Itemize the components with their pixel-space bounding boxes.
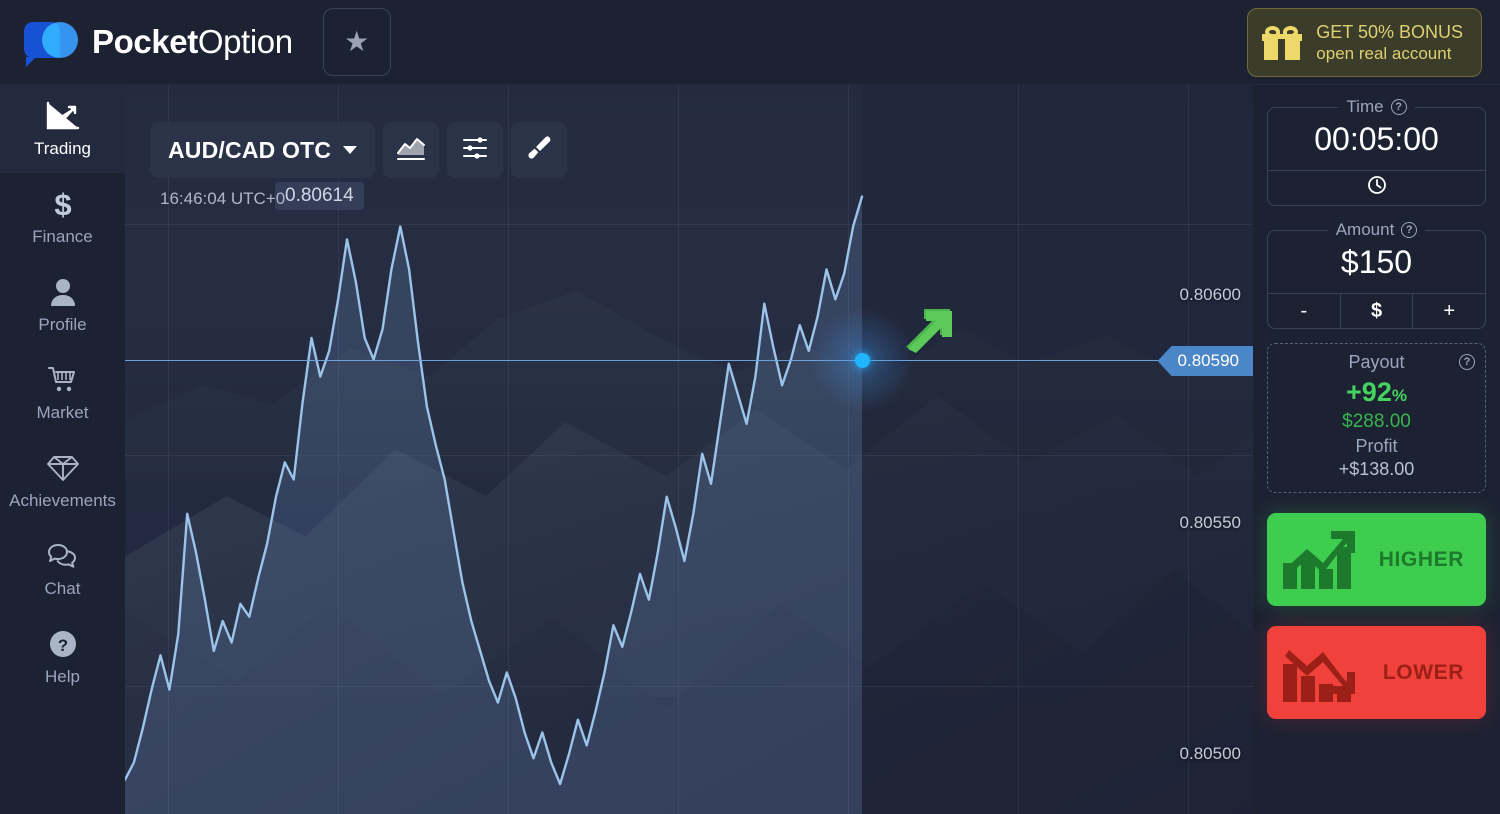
brand-logo[interactable]: PocketOption [24,20,293,67]
current-price-tag: 0.80590 [1157,346,1253,376]
amount-legend-label: Amount [1335,220,1395,239]
sidebar-item-finance[interactable]: $ Finance [0,173,125,261]
indicators-button[interactable] [447,122,504,178]
chart-line-icon [46,99,80,133]
svg-text:?: ? [57,636,67,655]
y-axis-label: 0.80500 [1179,744,1241,763]
sidebar-label-chat: Chat [44,579,81,598]
chart-timestamp: 16:46:04 UTC+0 [160,189,286,208]
chevron-down-icon [343,146,358,154]
brand-name: PocketOption [92,23,293,61]
amount-decrease-button[interactable]: - [1268,294,1340,328]
amount-increase-button[interactable]: + [1412,294,1485,328]
bonus-subtitle: open real account [1316,44,1452,64]
time-group: Time ? 00:05:00 [1267,97,1486,206]
sidebar-item-chat[interactable]: Chat [0,525,125,613]
brand-name-light: Option [197,23,293,60]
profit-label: Profit [1355,436,1398,456]
time-legend: Time ? [1338,97,1414,117]
green-up-arrow-icon [900,303,956,353]
payout-percent: +92% [1278,377,1475,408]
payout-percent-value: +92 [1346,377,1392,407]
time-help-icon[interactable]: ? [1390,99,1407,115]
sidebar-label-help: Help [45,667,80,686]
asset-name: AUD/CAD OTC [168,136,332,163]
sidebar-item-help[interactable]: ? Help [0,613,125,701]
trade-panel: Time ? 00:05:00 Amount ? $150 - $ + ? Pa… [1253,85,1500,814]
sidebar-label-market: Market [36,403,89,422]
sidebar-label-trading: Trading [33,139,91,158]
chart-type-button[interactable] [383,122,440,178]
payout-title: Payout [1348,352,1405,372]
payout-amount: $288.00 [1342,411,1411,432]
star-icon: ★ [344,26,370,57]
brush-icon [525,134,553,167]
profit-value: +$138.00 [1338,459,1415,479]
user-icon [49,275,77,309]
time-mode-button[interactable] [1268,171,1485,205]
brand-name-bold: Pocket [92,23,198,60]
bonus-title: GET 50% BONUS [1316,21,1463,42]
price-chart[interactable]: 0.80600 0.80550 0.80500 0.80590 AUD/CAD … [125,85,1253,814]
sidebar-label-finance: Finance [32,227,93,246]
chat-bubble-icon [46,539,80,573]
sliders-icon [461,135,489,166]
higher-button[interactable]: HIGHER [1267,513,1486,606]
time-value[interactable]: 00:05:00 [1268,117,1485,170]
lower-label: LOWER [1382,660,1464,684]
cart-icon [47,363,79,397]
y-axis-label: 0.80550 [1179,513,1241,532]
amount-help-icon[interactable]: ? [1401,222,1418,238]
question-circle-icon: ? [48,627,78,661]
payout-box: ? Payout +92% $288.00 Profit +$138.00 [1267,343,1486,493]
lower-button[interactable]: LOWER [1267,626,1486,719]
amount-value[interactable]: $150 [1268,240,1485,293]
dollar-icon: $ [51,187,75,221]
sidebar-item-profile[interactable]: Profile [0,261,125,349]
higher-label: HIGHER [1378,547,1464,571]
asset-selector[interactable]: AUD/CAD OTC [150,122,376,178]
payout-help-icon[interactable]: ? [1459,354,1475,370]
amount-legend: Amount ? [1328,220,1426,240]
chart-toolbar: AUD/CAD OTC [150,122,568,178]
current-price-line [125,360,1253,361]
current-price-dot [855,353,870,368]
pocketoption-logo-icon [24,20,80,67]
diamond-icon [46,451,80,485]
sidebar-item-trading[interactable]: Trading [0,85,125,173]
bonus-banner[interactable]: GET 50% BONUS open real account [1247,8,1482,77]
sidebar-item-achievements[interactable]: Achievements [0,437,125,525]
clock-icon [1367,175,1387,201]
current-quote-badge: 0.80614 [275,182,364,210]
favorites-button[interactable]: ★ [322,8,391,76]
gift-icon [1262,25,1303,60]
sidebar-item-market[interactable]: Market [0,349,125,437]
area-chart-icon [396,135,426,166]
y-axis-label: 0.80600 [1179,285,1241,304]
amount-group: Amount ? $150 - $ + [1267,220,1486,329]
sidebar-label-achievements: Achievements [9,491,116,510]
sidebar-label-profile: Profile [38,315,87,334]
svg-text:$: $ [54,188,71,220]
theme-button[interactable] [511,122,568,178]
time-legend-label: Time [1346,97,1384,116]
app-header: PocketOption ★ GET 50% BONUS open real a… [0,0,1500,85]
main-sidebar: Trading $ Finance Profile Market Achieve… [0,85,125,814]
amount-currency-button[interactable]: $ [1339,294,1413,328]
payout-percent-unit: % [1391,386,1407,405]
